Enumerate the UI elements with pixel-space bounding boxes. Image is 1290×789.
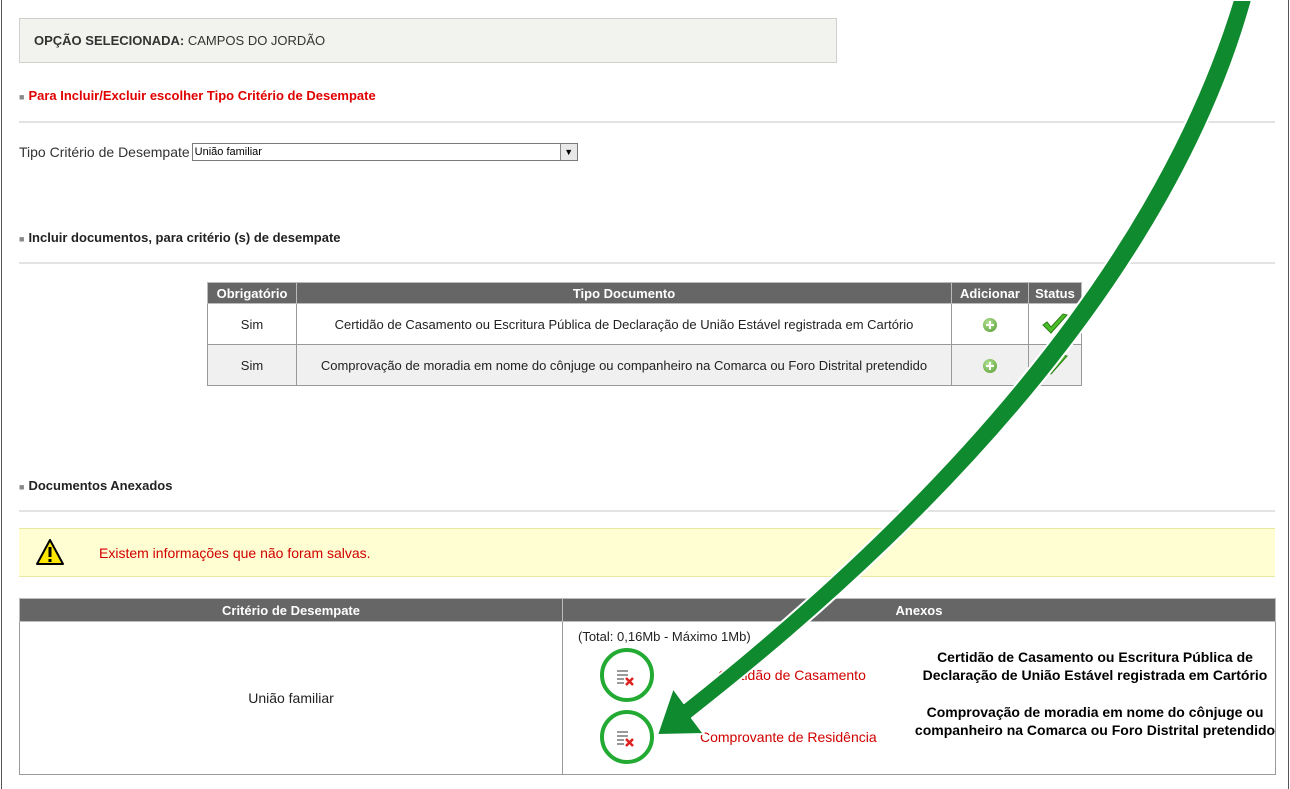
section-bullet-icon: ■ xyxy=(19,482,25,492)
attachments-cell: (Total: 0,16Mb - Máximo 1Mb) Certidão de… xyxy=(564,623,1275,773)
selected-option-value: CAMPOS DO JORDÃO xyxy=(187,33,326,48)
tipo-criterio-selected-value: União familiar xyxy=(194,146,262,158)
attachment-description: Certidão de Casamento ou Escritura Públi… xyxy=(922,649,1268,683)
divider xyxy=(19,510,1275,512)
tipo-criterio-label: Tipo Critério de Desempate xyxy=(19,144,190,160)
attachment-link[interactable]: Certidão de Casamento xyxy=(718,667,866,683)
section-include-docs-label: Incluir documentos, para critério (s) de… xyxy=(28,230,341,245)
cell-tipo-documento: Comprovação de moradia em nome do cônjug… xyxy=(296,344,952,386)
col-status: Status xyxy=(1028,282,1082,304)
col-tipo-documento: Tipo Documento xyxy=(296,282,952,304)
cell-tipo-documento: Certidão de Casamento ou Escritura Públi… xyxy=(296,303,952,345)
documents-table-header: Obrigatório Tipo Documento Adicionar Sta… xyxy=(207,282,1082,304)
selected-option-box: OPÇÃO SELECIONADA: CAMPOS DO JORDÃO xyxy=(19,18,837,63)
cell-anexos: (Total: 0,16Mb - Máximo 1Mb) Certidão de… xyxy=(562,621,1276,775)
delete-file-icon[interactable] xyxy=(614,666,636,688)
add-icon[interactable] xyxy=(983,358,997,373)
section-attached-label: Documentos Anexados xyxy=(28,478,173,493)
cell-status xyxy=(1028,344,1082,386)
tipo-criterio-select[interactable]: União familiar ▼ xyxy=(191,143,578,161)
attachment-description: Comprovação de moradia em nome do cônjug… xyxy=(914,704,1276,738)
attachments-table-header: Critério de Desempate Anexos xyxy=(19,598,1276,622)
cell-adicionar xyxy=(951,344,1029,386)
cell-status xyxy=(1028,303,1082,345)
unsaved-warning: Existem informações que não foram salvas… xyxy=(19,528,1275,577)
col-adicionar: Adicionar xyxy=(951,282,1029,304)
delete-file-icon[interactable] xyxy=(614,727,636,749)
cell-criterio: União familiar xyxy=(19,621,563,775)
col-obrigatorio: Obrigatório xyxy=(207,282,297,304)
section-attached: ■ Documentos Anexados xyxy=(19,478,172,493)
page-frame-right-border xyxy=(1288,0,1289,789)
warning-icon xyxy=(36,539,64,565)
col-criterio: Critério de Desempate xyxy=(19,598,563,622)
attachments-total: (Total: 0,16Mb - Máximo 1Mb) xyxy=(578,629,751,644)
section-include-exclude: ■ Para Incluir/Excluir escolher Tipo Crit… xyxy=(19,88,376,103)
check-icon xyxy=(1042,313,1068,334)
attachments-table: Critério de Desempate Anexos União famil… xyxy=(19,598,1276,775)
section-bullet-icon: ■ xyxy=(19,92,25,102)
documents-table: Obrigatório Tipo Documento Adicionar Sta… xyxy=(207,282,1082,386)
cell-obrigatorio: Sim xyxy=(207,344,297,386)
col-anexos: Anexos xyxy=(562,598,1276,622)
table-row: Sim Certidão de Casamento ou Escritura P… xyxy=(207,303,1082,345)
divider xyxy=(19,121,1275,123)
warning-text: Existem informações que não foram salvas… xyxy=(99,545,371,561)
dropdown-arrow-icon[interactable]: ▼ xyxy=(559,144,577,160)
cell-obrigatorio: Sim xyxy=(207,303,297,345)
section-include-exclude-label: Para Incluir/Excluir escolher Tipo Crité… xyxy=(28,88,376,103)
attachment-link[interactable]: Comprovante de Residência xyxy=(700,729,877,745)
cell-adicionar xyxy=(951,303,1029,345)
table-row: Sim Comprovação de moradia em nome do cô… xyxy=(207,344,1082,386)
divider xyxy=(19,262,1275,264)
table-row: União familiar (Total: 0,16Mb - Máximo 1… xyxy=(19,621,1276,775)
check-icon xyxy=(1042,354,1068,375)
tipo-criterio-row: Tipo Critério de Desempate União familia… xyxy=(19,143,578,161)
section-include-docs: ■ Incluir documentos, para critério (s) d… xyxy=(19,230,341,245)
section-bullet-icon: ■ xyxy=(19,234,25,244)
selected-option-label: OPÇÃO SELECIONADA: xyxy=(34,33,185,48)
add-icon[interactable] xyxy=(983,317,997,332)
